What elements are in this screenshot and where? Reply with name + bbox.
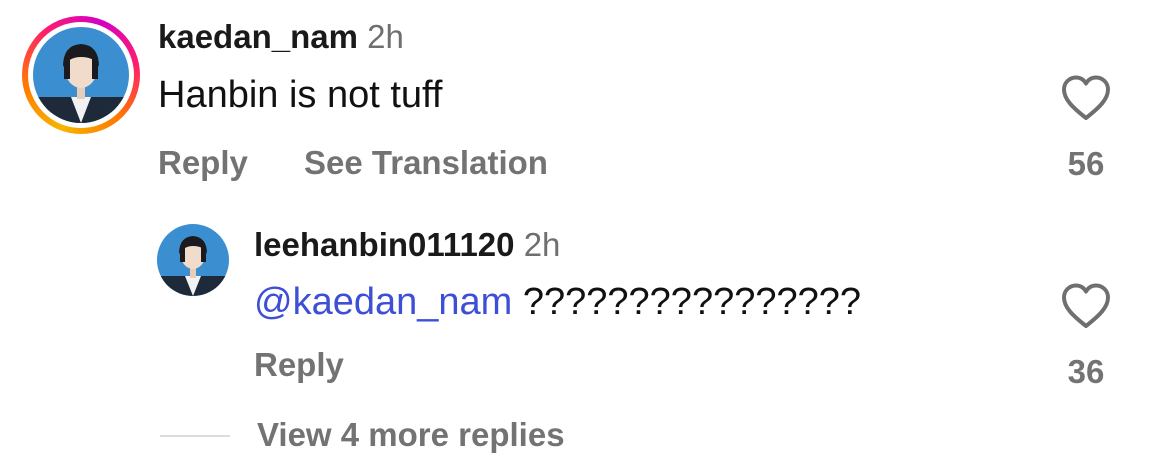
reply-text: ???????????????? — [522, 281, 862, 323]
comment-header: kaedan_nam 2h — [158, 18, 404, 56]
comment-like-count: 56 — [1067, 145, 1105, 182]
heart-outline-icon[interactable] — [1060, 74, 1112, 127]
comment-time: 2h — [367, 18, 404, 55]
comment-username[interactable]: kaedan_nam — [158, 18, 358, 55]
avatar[interactable] — [33, 27, 129, 123]
reply-username[interactable]: leehanbin011120 — [254, 226, 515, 263]
heart-outline-icon[interactable] — [1060, 282, 1112, 335]
view-more-replies-button[interactable]: View 4 more replies — [257, 416, 565, 454]
comment-text: Hanbin is not tuff — [158, 74, 443, 116]
mention-link[interactable]: @kaedan_nam — [254, 281, 512, 323]
see-translation-button[interactable]: See Translation — [304, 144, 548, 182]
profile-photo — [33, 27, 129, 123]
reply-header: leehanbin011120 2h — [254, 226, 560, 264]
reply-time: 2h — [523, 226, 561, 263]
reply-avatar[interactable] — [157, 224, 229, 296]
reply-reply-button[interactable]: Reply — [254, 346, 344, 384]
comment-reply-button[interactable]: Reply — [158, 144, 248, 182]
reply-like-count: 36 — [1067, 353, 1105, 390]
story-ring[interactable] — [22, 16, 140, 134]
reply-text-line: @kaedan_nam ???????????????? — [254, 281, 861, 324]
replies-divider — [160, 435, 230, 437]
profile-photo — [157, 224, 229, 296]
